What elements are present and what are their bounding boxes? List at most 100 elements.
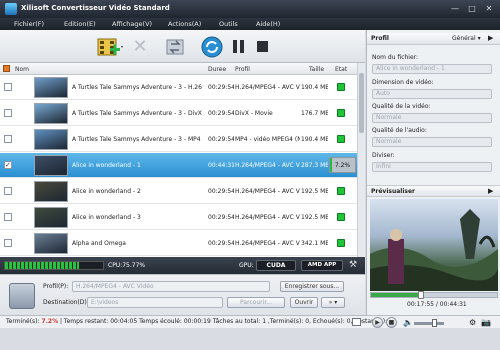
column-state[interactable]: Etat [335,66,347,73]
save-as-button[interactable]: Enregistrer sous... [280,281,344,292]
stop-preview-button[interactable]: ■ [386,317,397,328]
audio-quality-select[interactable]: Normale [372,137,492,147]
minimize-icon[interactable]: — [449,3,461,14]
destination-field-value: E:\videos [91,299,119,306]
filename-label: Nom du fichier: [372,54,419,61]
add-profile-button[interactable] [162,34,190,59]
check-all-checkbox[interactable] [3,65,10,72]
filename-value: Alice in wonderland - 1 [376,65,445,72]
row-checkbox[interactable]: ✓ [4,161,12,169]
row-profile[interactable]: H.264/MPEG4 - AVC Vid... [235,214,300,221]
profile-select-value: H.264/MPEG4 - AVC Vidéo [76,283,154,290]
snapshot-icon[interactable]: 📷 [481,318,491,327]
play-button[interactable]: ▶ [372,317,383,328]
column-profile[interactable]: Profil [235,66,250,73]
row-checkbox[interactable] [4,239,12,247]
volume-knob[interactable] [432,319,437,327]
panel-arrow-icon[interactable]: ▶ [488,34,493,42]
video-dim-value: Auto [376,90,390,97]
menu-actions[interactable]: Actions(A) [168,20,201,28]
row-checkbox[interactable] [4,109,12,117]
output-profile-icon [166,39,184,54]
row-checkbox[interactable] [4,187,12,195]
browse-button[interactable]: Parcourir... [227,297,285,308]
preview-video[interactable] [370,199,498,291]
row-size: 190.4 MB [301,84,328,91]
row-profile[interactable]: H.264/MPEG4 - AVC Vid... [235,162,300,169]
row-duration: 00:29:54 [208,110,234,117]
row-checkbox[interactable] [4,83,12,91]
time-total: 00:44:31 [439,301,467,308]
table-row[interactable]: A Turtles Tale Sammys Adventure - 3 - H.… [0,75,357,100]
convert-button[interactable] [200,34,224,59]
menu-view[interactable]: Affichage(V) [112,20,152,28]
list-scrollbar[interactable] [357,63,365,257]
row-progress: 7.2% [329,157,356,173]
menu-edit[interactable]: Edition(E) [64,20,96,28]
add-file-button[interactable] [94,34,126,59]
split-select[interactable]: Infini [372,162,492,172]
row-checkbox[interactable] [4,135,12,143]
profile-panel-title: Profil [371,35,389,42]
column-duration[interactable]: Duree [208,66,226,73]
row-profile[interactable]: H.264/MPEG4 - AVC Vidéo [235,84,300,91]
profile-select[interactable]: H.264/MPEG4 - AVC Vidéo [72,281,270,292]
row-state-icon [337,213,345,221]
video-thumbnail [34,207,68,228]
profile-label: Profil(P): [43,283,69,290]
video-dim-select[interactable]: Auto [372,89,492,99]
row-profile[interactable]: MP4 - vidéo MPEG4 (N... [235,136,300,143]
preview-settings-icon[interactable]: ⚙ [469,318,476,327]
table-row[interactable]: Alpha and Omega 00:29:54 H.264/MPEG4 - AVC… [0,231,357,256]
filename-field[interactable]: Alice in wonderland - 1 [372,64,492,74]
preview-header: Prévisualiser ▶ [367,185,500,197]
destination-field[interactable]: E:\videos [87,297,223,308]
row-state-icon [337,135,345,143]
row-checkbox[interactable] [4,213,12,221]
row-name: A Turtles Tale Sammys Adventure - 3 - MP… [72,136,202,143]
list-header: Nom Duree Profil Taille Etat [0,63,357,75]
file-list: Nom Duree Profil Taille Etat A Turtles T… [0,63,365,257]
general-tab-label: Général [452,35,476,42]
cuda-label: CUDA [266,262,286,269]
settings-wrench-icon[interactable]: ⚒ [349,260,357,270]
maximize-icon[interactable]: □ [466,3,478,14]
row-profile[interactable]: H.264/MPEG4 - AVC Vid... [235,240,300,247]
amd-app-button[interactable]: AMD APP [301,260,343,271]
play-icon: ▶ [375,319,380,326]
column-name[interactable]: Nom [15,66,29,73]
video-quality-label: Qualité de la vidéo: [372,103,431,110]
preview-arrow-icon[interactable]: ▶ [488,187,493,195]
table-row[interactable]: A Turtles Tale Sammys Adventure - 3 - MP… [0,127,357,152]
video-quality-select[interactable]: Normale [372,113,492,123]
remove-button[interactable]: ✕ [129,34,151,59]
menu-tools[interactable]: Outils [219,20,238,28]
row-profile[interactable]: H.264/MPEG4 - AVC Vid... [235,188,300,195]
volume-icon[interactable]: 🔈 [403,318,413,327]
menu-help[interactable]: Aide(H) [256,20,280,28]
scrollbar-thumb[interactable] [359,73,364,133]
row-name: A Turtles Tale Sammys Adventure - 3 - Di… [72,110,202,117]
table-row[interactable]: Alice in wonderland - 3 00:29:54 H.264/MPE… [0,205,357,230]
table-row[interactable]: Alice in wonderland - 2 00:29:54 H.264/MPE… [0,179,357,204]
cuda-button[interactable]: CUDA [256,260,296,271]
more-button[interactable]: » ▾ [321,297,345,308]
column-size[interactable]: Taille [309,66,324,73]
open-button[interactable]: Ouvrir [290,297,318,308]
log-icon[interactable] [352,318,361,326]
open-label: Ouvrir [294,299,314,306]
pause-button[interactable] [228,34,248,59]
general-tab[interactable]: Général ▾ [452,35,481,42]
table-row[interactable]: A Turtles Tale Sammys Adventure - 3 - Di… [0,101,357,126]
output-panel: Profil(P): H.264/MPEG4 - AVC Vidéo Enreg… [0,274,365,315]
volume-slider[interactable] [414,319,444,327]
close-icon[interactable]: ✕ [483,3,495,14]
menu-file[interactable]: Fichier(F) [14,20,44,28]
preview-seek-bar[interactable] [370,291,498,299]
status-details: | Temps restant: 00:04:05 Temps écoulé: … [58,318,393,325]
stop-button[interactable] [252,34,272,59]
video-dim-label: Dimension de vidéo: [372,79,434,86]
row-profile[interactable]: DivX - Movie [235,110,300,117]
table-row[interactable]: ✓ Alice in wonderland - 1 00:44:31 H.264/MP… [0,153,357,178]
seek-bar-knob[interactable] [418,291,425,299]
